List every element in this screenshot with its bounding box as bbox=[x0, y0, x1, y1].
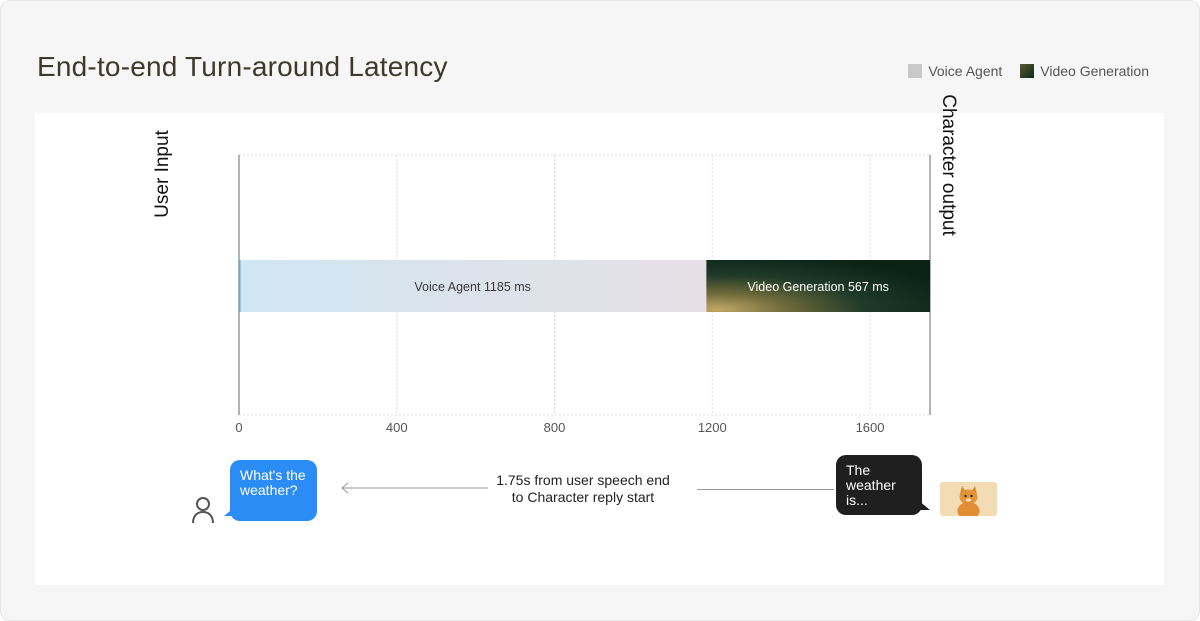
x-tick-label-400: 400 bbox=[386, 420, 408, 435]
character-output-text: Character output bbox=[938, 94, 959, 236]
latency-note-line2: to Character reply start bbox=[511, 489, 655, 505]
bar-voice-agent-label: Voice Agent 1185 ms bbox=[414, 280, 531, 294]
legend-label-voice-agent: Voice Agent bbox=[928, 63, 1003, 79]
legend-item-video-generation: Video Generation bbox=[1020, 63, 1149, 79]
legend: Voice Agent Video Generation bbox=[908, 63, 1149, 79]
bar-video-generation-label: Video Generation 567 ms bbox=[747, 280, 889, 294]
cat-avatar bbox=[940, 482, 997, 516]
legend-swatch-video-generation bbox=[1020, 64, 1035, 78]
user-input-text: User Input bbox=[152, 130, 173, 218]
x-tick-label-1600: 1600 bbox=[856, 420, 885, 435]
chart-title: End-to-end Turn-around Latency bbox=[37, 51, 448, 82]
x-tick-label-0: 0 bbox=[235, 420, 242, 435]
user-icon bbox=[192, 497, 214, 524]
legend-item-voice-agent: Voice Agent bbox=[908, 63, 1002, 79]
cat-avatar-icon bbox=[940, 482, 997, 516]
x-tick-label-800: 800 bbox=[544, 420, 566, 435]
x-tick-label-1200: 1200 bbox=[698, 420, 727, 435]
bars: Voice Agent 1185 ms Video Generation 567 … bbox=[239, 260, 930, 312]
legend-swatch-voice-agent bbox=[908, 64, 923, 78]
bar-start-marker bbox=[239, 260, 241, 312]
legend-label-video-generation: Video Generation bbox=[1040, 63, 1149, 79]
user-message-bubble: What's the weather? bbox=[230, 460, 317, 521]
x-tick-labels: 0 400 800 1200 1600 bbox=[235, 420, 884, 435]
latency-note-line1: 1.75s from user speech end bbox=[496, 472, 670, 488]
arrow-left-icon bbox=[341, 482, 488, 494]
latency-note: 1.75s from user speech end to Character … bbox=[488, 472, 678, 506]
character-message-bubble: The weather is... bbox=[836, 455, 922, 515]
connector-line bbox=[697, 489, 834, 490]
